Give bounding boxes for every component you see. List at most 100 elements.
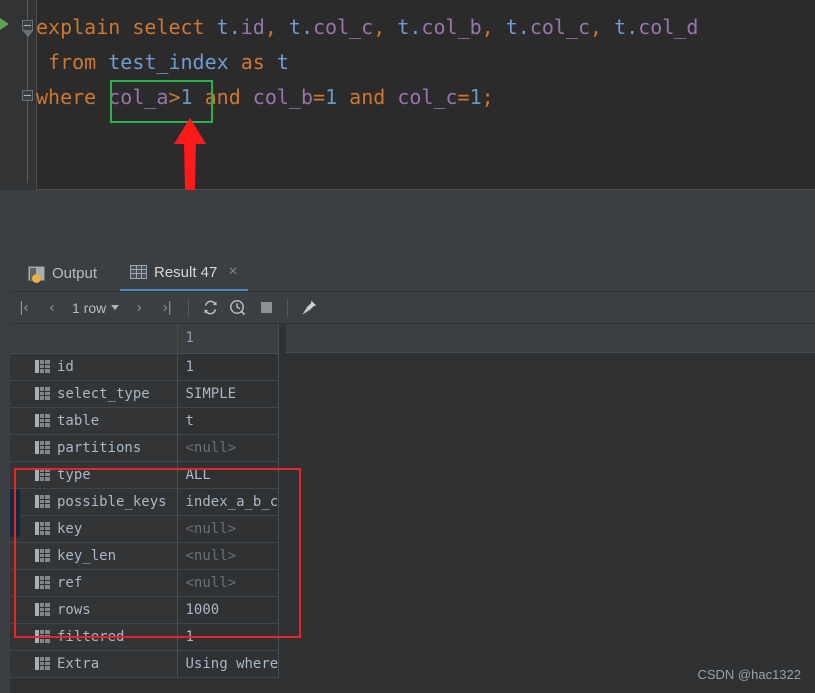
table-row[interactable]: id 1 [10, 353, 280, 381]
code-token: explain [36, 15, 121, 39]
table-row[interactable]: table t [10, 407, 280, 435]
grid-field-value-cell[interactable]: 1 [177, 623, 280, 651]
table-row[interactable]: select_type SIMPLE [10, 380, 280, 408]
stop-icon[interactable] [252, 294, 280, 322]
column-icon [35, 603, 50, 616]
history-icon[interactable] [224, 294, 252, 322]
refresh-icon[interactable] [196, 294, 224, 322]
field-value-label: Using where [185, 655, 279, 672]
field-value-label: <null> [185, 439, 237, 456]
code-token: t [614, 15, 627, 39]
row-count-dropdown[interactable]: 1 row [66, 300, 125, 316]
table-row[interactable]: partitions <null> [10, 434, 280, 462]
grid-field-name-cell[interactable]: select_type [10, 380, 178, 408]
code-token: col_a [108, 85, 169, 109]
grid-field-value-cell[interactable]: SIMPLE [177, 380, 280, 408]
sql-code-text[interactable]: explain select t.id, t.col_c, t.col_b, t… [36, 10, 698, 115]
table-row[interactable]: filtered 1 [10, 623, 280, 651]
previous-page-button[interactable]: ‹ [38, 294, 66, 322]
grid-header-value-cell[interactable]: 1 [177, 324, 280, 354]
code-line-1: explain select t.id, t.col_c, t.col_b, t… [36, 10, 698, 45]
grid-field-value-cell[interactable]: <null> [177, 515, 280, 543]
field-value-label: <null> [185, 574, 237, 591]
code-token: col_d [638, 15, 699, 39]
code-token: from [48, 50, 97, 74]
grid-field-value-cell[interactable]: index_a_b_c [177, 488, 280, 516]
field-value-label: ALL [185, 466, 211, 483]
grid-field-name-cell[interactable]: partitions [10, 434, 178, 462]
grid-field-name-cell[interactable]: id [10, 353, 178, 381]
grid-field-name-cell[interactable]: Extra [10, 650, 178, 678]
grid-field-value-cell[interactable]: <null> [177, 434, 280, 462]
field-value-label: SIMPLE [185, 385, 237, 402]
grid-field-name-cell[interactable]: rows [10, 596, 178, 624]
code-token: = [313, 85, 326, 109]
code-token: , [481, 15, 506, 39]
table-row[interactable]: ref <null> [10, 569, 280, 597]
code-token: 1 [325, 85, 338, 109]
first-page-button[interactable]: |‹ [10, 294, 38, 322]
result-grid[interactable]: 1 id 1 select_type SIMPLE table t partitions <nu… [10, 324, 815, 693]
next-page-button[interactable]: › [125, 294, 153, 322]
run-statement-icon[interactable] [0, 18, 9, 30]
code-token: . [228, 15, 241, 39]
code-token: . [517, 15, 530, 39]
grid-field-value-cell[interactable]: t [177, 407, 280, 435]
grid-field-value-cell[interactable]: <null> [177, 569, 280, 597]
tab-result-label: Result 47 [154, 263, 218, 281]
grid-field-name-cell[interactable]: possible_keys [10, 488, 178, 516]
table-row[interactable]: rows 1000 [10, 596, 280, 624]
grid-field-name-cell[interactable]: key [10, 515, 178, 543]
field-value-label: index_a_b_c [185, 493, 279, 510]
field-value-label: 1 [185, 358, 194, 375]
grid-field-value-cell[interactable]: 1 [177, 353, 280, 381]
code-token: col_c [529, 15, 591, 39]
tab-result[interactable]: Result 47 × [120, 255, 248, 291]
results-panel: Output Result 47 × |‹ ‹ 1 row › ›| 1 id … [0, 255, 815, 693]
code-token: t [505, 15, 518, 39]
grid-field-value-cell[interactable]: ALL [177, 461, 280, 489]
grid-header-name-cell[interactable] [10, 324, 178, 354]
code-line-2: from test_index as t [36, 45, 698, 80]
code-token: , [590, 15, 615, 39]
table-row[interactable]: possible_keys index_a_b_c [10, 488, 280, 516]
field-name-label: partitions [57, 439, 142, 456]
code-token: col_b [421, 15, 482, 39]
column-icon [35, 657, 50, 670]
tab-output[interactable]: Output [18, 255, 107, 291]
grid-field-name-cell[interactable]: key_len [10, 542, 178, 570]
field-value-label: <null> [185, 520, 237, 537]
table-row[interactable]: key <null> [10, 515, 280, 543]
field-name-label: possible_keys [57, 493, 167, 510]
grid-field-name-cell[interactable]: table [10, 407, 178, 435]
grid-field-value-cell[interactable]: Using where [177, 650, 280, 678]
code-token: id [240, 15, 265, 39]
field-name-label: key_len [57, 547, 117, 564]
column-icon [35, 549, 50, 562]
code-token: t [288, 15, 301, 39]
close-icon[interactable]: × [228, 264, 237, 280]
code-token: t [397, 15, 410, 39]
editor-gutter[interactable] [0, 0, 37, 190]
code-fold-marker-2[interactable] [22, 90, 33, 101]
table-row[interactable]: Extra Using where [10, 650, 280, 678]
sql-editor[interactable]: explain select t.id, t.col_c, t.col_b, t… [0, 0, 815, 190]
last-page-button[interactable]: ›| [153, 294, 181, 322]
grid-field-name-cell[interactable]: type [10, 461, 178, 489]
pin-icon[interactable] [295, 294, 323, 322]
code-fold-marker-1[interactable] [22, 20, 33, 37]
grid-field-value-cell[interactable]: 1000 [177, 596, 280, 624]
panel-left-strip [0, 255, 10, 693]
grid-field-name-cell[interactable]: filtered [10, 623, 178, 651]
table-row[interactable]: type ALL [10, 461, 280, 489]
grid-field-name-cell[interactable]: ref [10, 569, 178, 597]
grid-field-value-cell[interactable]: <null> [177, 542, 280, 570]
table-row[interactable]: key_len <null> [10, 542, 280, 570]
code-token: t [276, 50, 289, 74]
